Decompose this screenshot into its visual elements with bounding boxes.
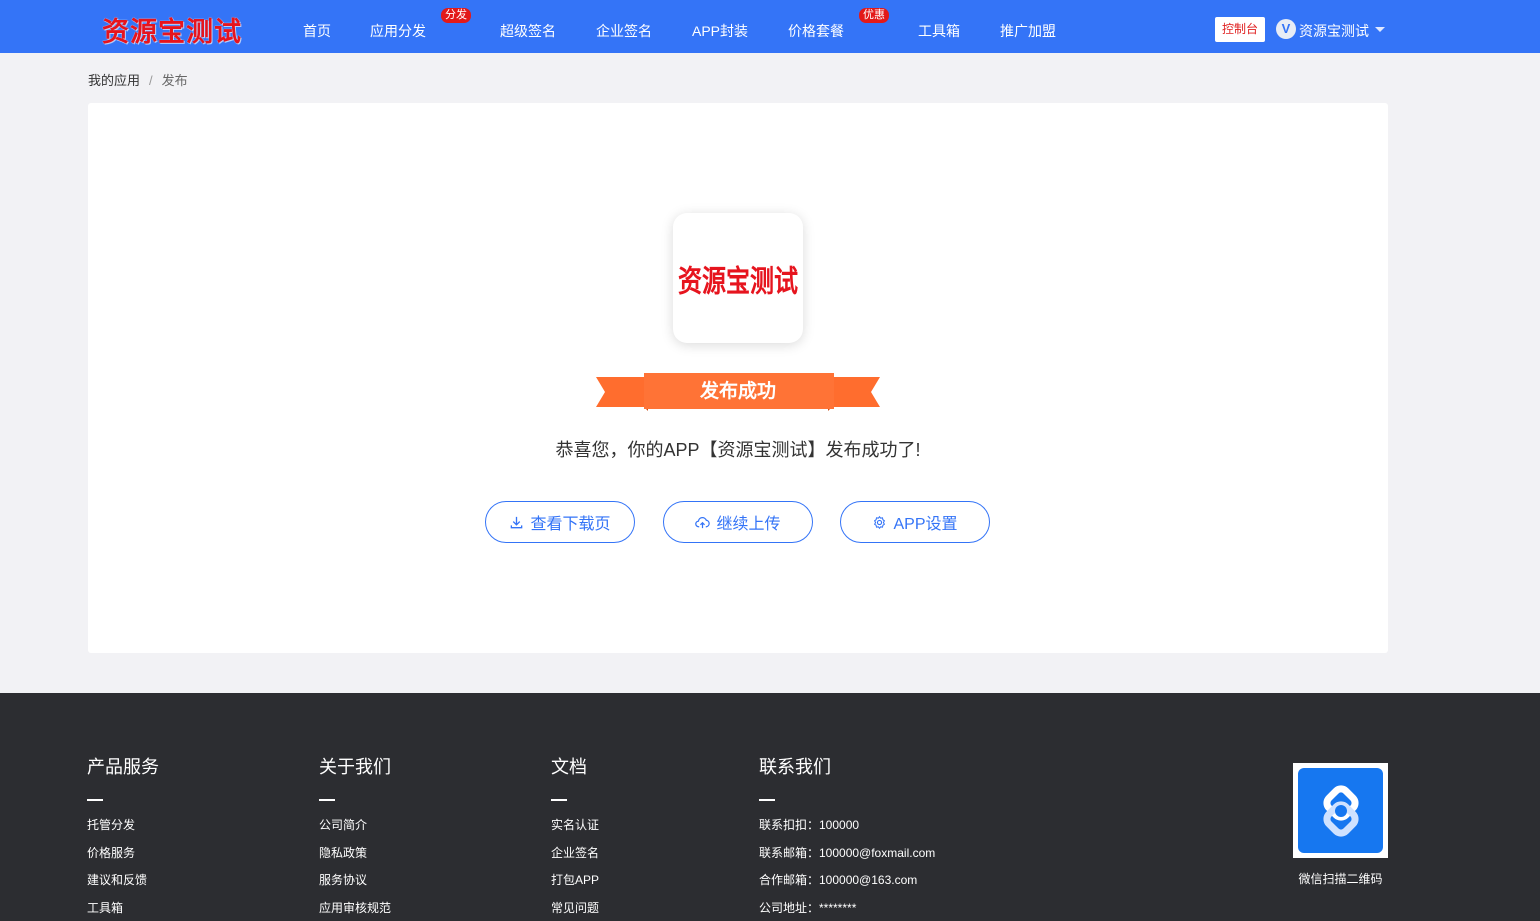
title-underline: [759, 799, 775, 801]
nav-item-app-wrap[interactable]: APP封装: [692, 21, 748, 41]
breadcrumb-link-my-apps[interactable]: 我的应用: [88, 73, 140, 88]
top-navbar: 资源宝测试 首页 应用分发 分发 超级签名 企业签名 APP封装 价格套餐 优惠…: [0, 0, 1540, 53]
breadcrumb-current: 发布: [161, 73, 188, 88]
company-address: 公司地址：********: [759, 900, 857, 915]
continue-upload-button[interactable]: 继续上传: [663, 501, 813, 543]
nav-item-affiliate[interactable]: 推广加盟: [1000, 21, 1056, 41]
footer-column-title: 关于我们: [319, 757, 391, 777]
footer-link[interactable]: 常见问题: [551, 899, 599, 921]
footer-link[interactable]: 工具箱: [87, 899, 159, 921]
nav-item-enterprise-signature[interactable]: 企业签名: [596, 21, 652, 41]
success-ribbon: 发布成功: [596, 373, 880, 411]
nav-item-pricing[interactable]: 价格套餐: [788, 21, 844, 41]
contact-email: 联系邮箱：100000@foxmail.com: [759, 845, 936, 860]
cloud-upload-icon: [695, 516, 711, 528]
user-name[interactable]: 资源宝测试: [1299, 21, 1369, 41]
view-download-page-button[interactable]: 查看下载页: [485, 501, 635, 543]
footer-column-docs: 文档 实名认证 企业签名 打包APP 常见问题: [551, 753, 599, 921]
footer-link[interactable]: 托管分发: [87, 816, 159, 844]
success-message: 恭喜您，你的APP【资源宝测试】发布成功了!: [555, 440, 921, 460]
business-email: 合作邮箱：100000@163.com: [759, 873, 918, 887]
site-footer: 产品服务 托管分发 价格服务 建议和反馈 工具箱 关于我们 公司简介 隐私政策 …: [0, 693, 1540, 921]
breadcrumb: 我的应用 / 发布: [88, 70, 188, 89]
app-logo-icon: [1322, 784, 1359, 837]
app-settings-button[interactable]: APP设置: [840, 501, 990, 543]
caret-down-icon[interactable]: [1375, 27, 1385, 32]
breadcrumb-separator: /: [149, 73, 153, 88]
continue-upload-label: 继续上传: [716, 516, 781, 533]
footer-link[interactable]: 价格服务: [87, 844, 159, 872]
nav-item-toolbox[interactable]: 工具箱: [918, 21, 960, 41]
gear-icon: [874, 515, 886, 529]
footer-link[interactable]: 隐私政策: [319, 844, 391, 872]
wechat-qr-code: [1293, 763, 1388, 858]
footer-column-contact: 联系我们 联系扣扣：100000 联系邮箱：100000@foxmail.com…: [759, 753, 935, 921]
publish-result-card: 资源宝测试 发布成功 恭喜您，你的APP【资源宝测试】发布成功了! 查看下载页 …: [88, 103, 1388, 653]
contact-qq: 联系扣扣：100000: [759, 818, 860, 832]
footer-link[interactable]: 实名认证: [551, 816, 599, 844]
title-underline: [551, 799, 567, 801]
ribbon-label: 发布成功: [699, 381, 776, 402]
app-settings-label: APP设置: [893, 516, 958, 533]
site-logo[interactable]: 资源宝测试: [102, 10, 242, 49]
title-underline: [87, 799, 103, 801]
qr-logo-icon: [1298, 768, 1383, 853]
footer-column-title: 文档: [551, 757, 587, 777]
nav-badge-discount: 优惠: [859, 8, 889, 23]
view-download-page-label: 查看下载页: [530, 516, 611, 533]
nav-item-home[interactable]: 首页: [303, 21, 331, 41]
footer-link[interactable]: 打包APP: [551, 871, 599, 899]
app-icon-label: 资源宝测试: [678, 262, 798, 299]
download-icon: [511, 516, 523, 528]
footer-link[interactable]: 应用审核规范: [319, 899, 391, 921]
nav-badge-distribution: 分发: [441, 8, 471, 23]
title-underline: [319, 799, 335, 801]
footer-link[interactable]: 公司简介: [319, 816, 391, 844]
footer-column-about: 关于我们 公司简介 隐私政策 服务协议 应用审核规范: [319, 753, 391, 921]
footer-column-title: 产品服务: [87, 757, 159, 777]
console-button[interactable]: 控制台: [1215, 17, 1265, 42]
qr-caption: 微信扫描二维码: [1298, 872, 1383, 886]
footer-column-title: 联系我们: [759, 757, 831, 777]
footer-link[interactable]: 企业签名: [551, 844, 599, 872]
footer-link[interactable]: 建议和反馈: [87, 871, 159, 899]
nav-item-app-distribution[interactable]: 应用分发: [370, 21, 426, 41]
avatar[interactable]: V: [1276, 19, 1296, 39]
nav-item-super-signature[interactable]: 超级签名: [500, 21, 556, 41]
footer-link[interactable]: 服务协议: [319, 871, 391, 899]
app-icon: 资源宝测试: [673, 213, 803, 343]
footer-column-products: 产品服务 托管分发 价格服务 建议和反馈 工具箱: [87, 753, 159, 921]
